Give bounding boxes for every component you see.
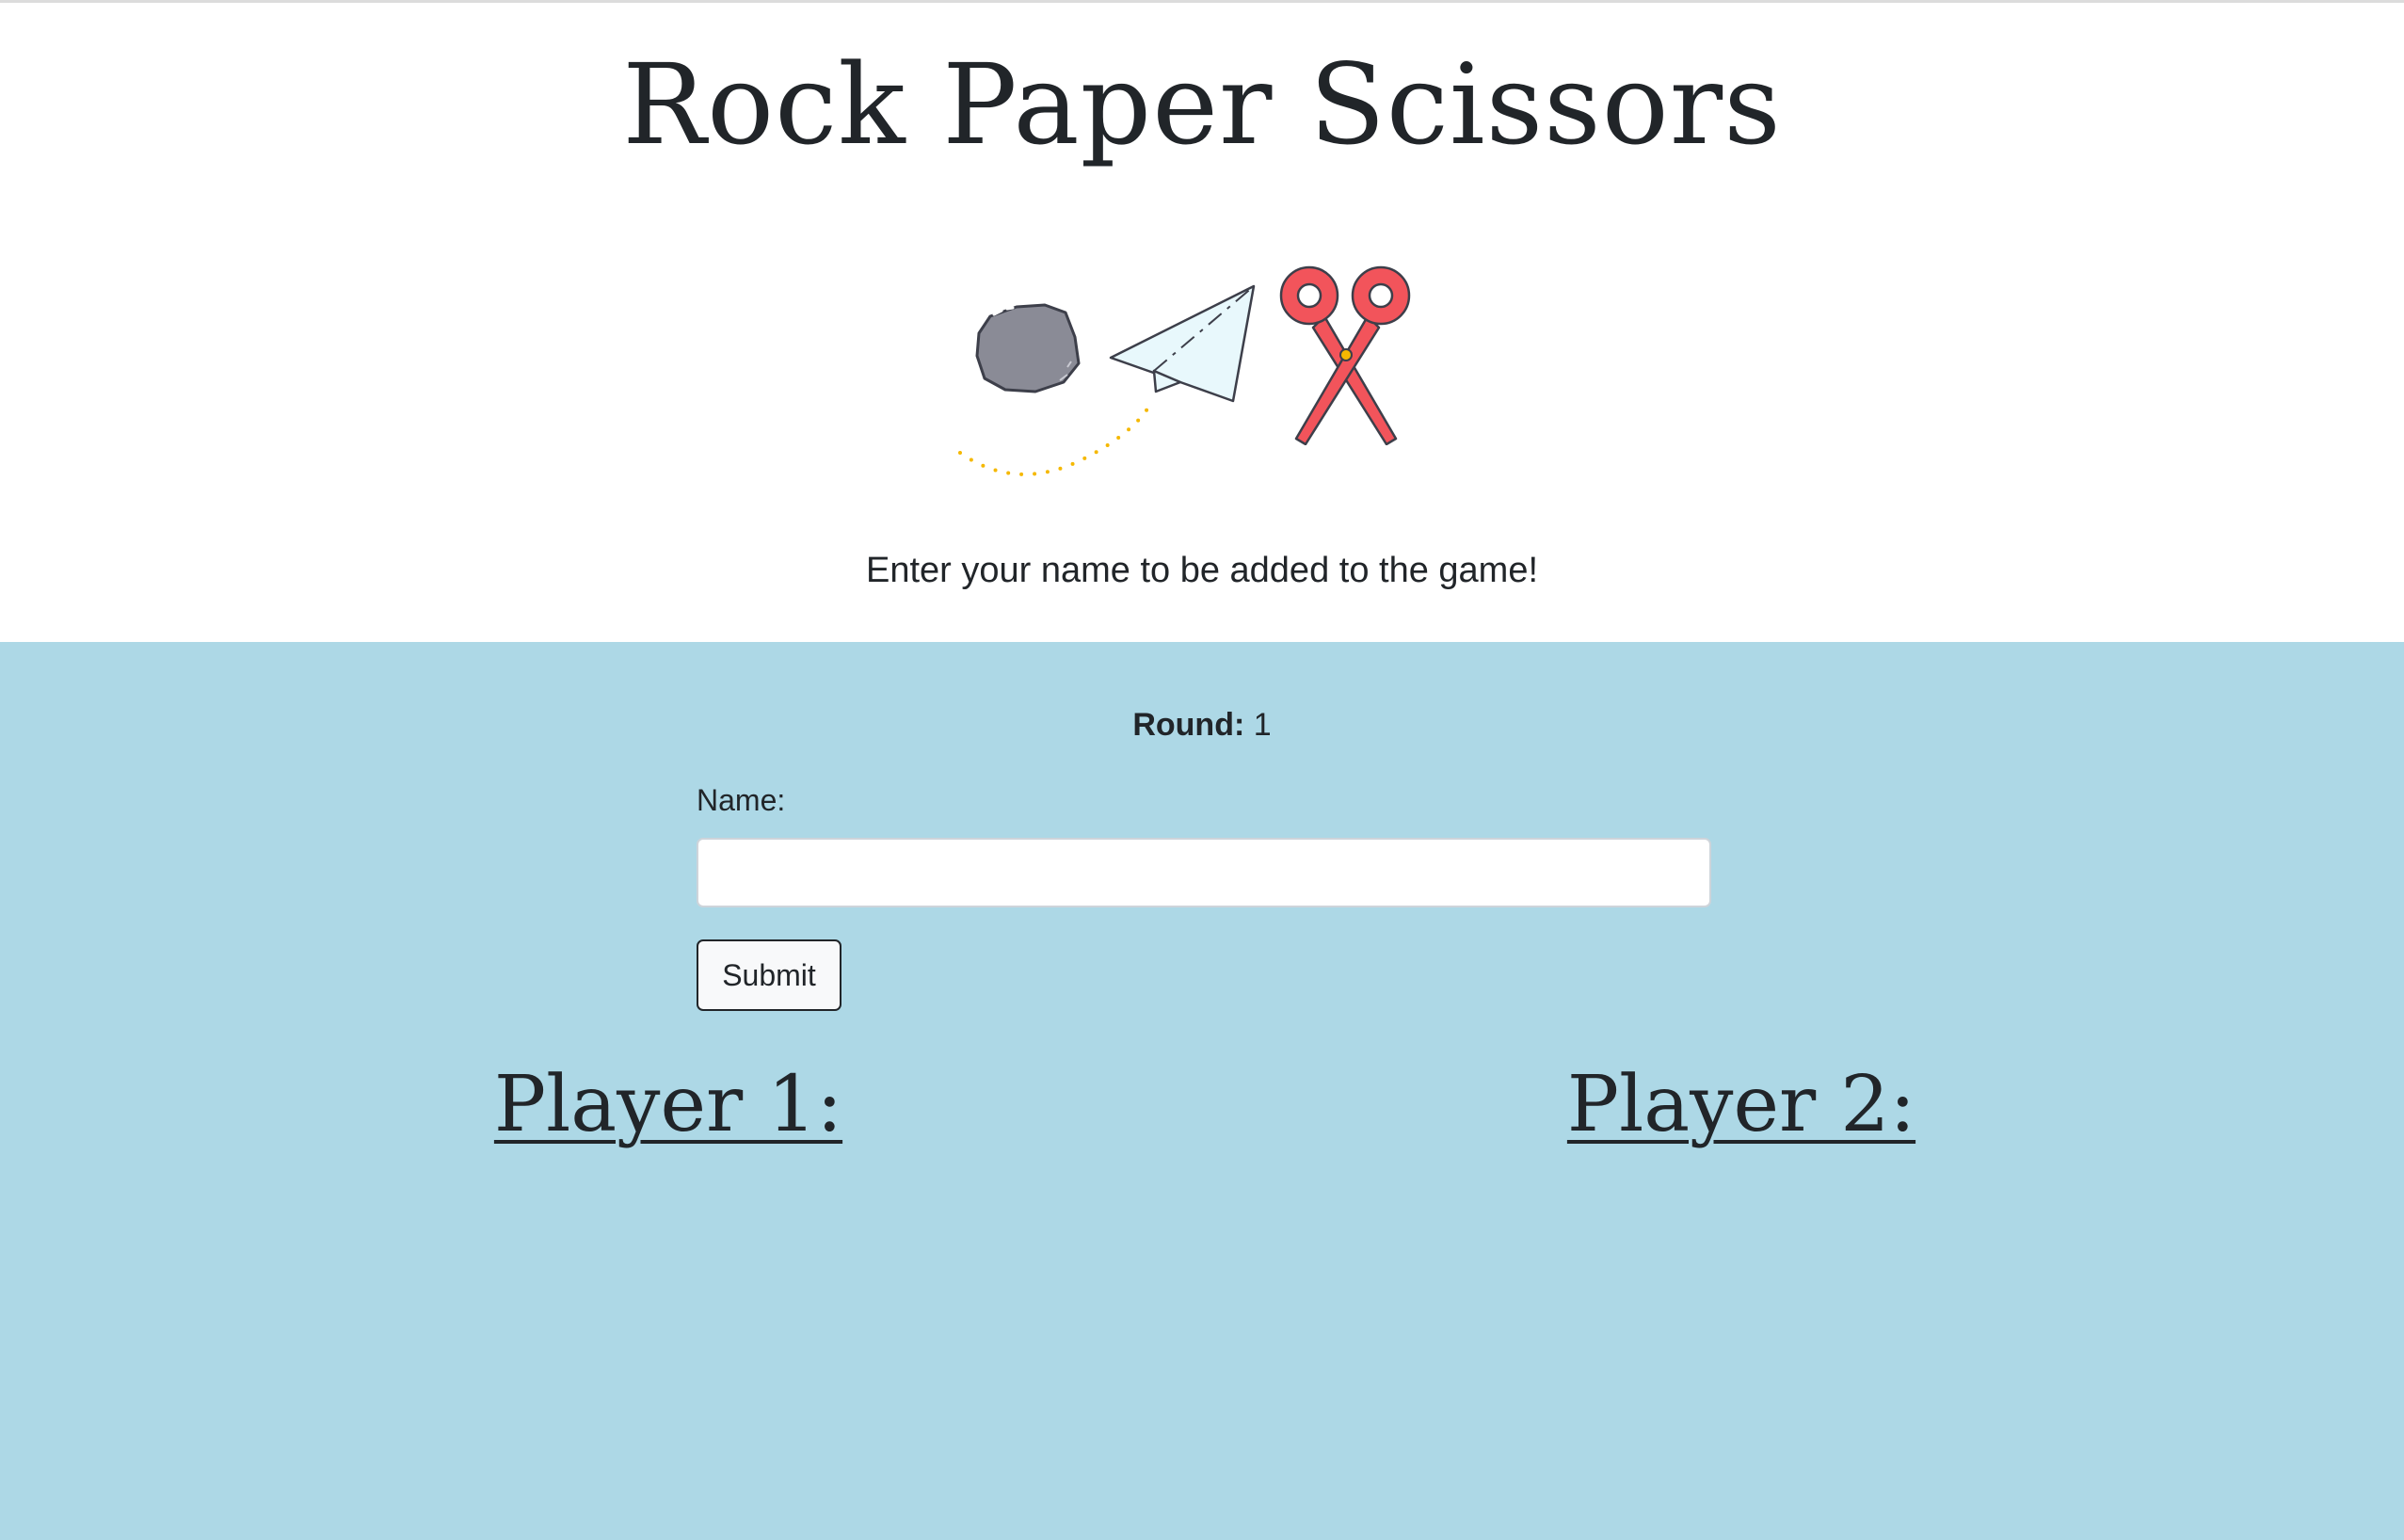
name-label: Name: xyxy=(697,783,786,817)
game-panel: Round: 1 Name: Submit Player 1: Player 2… xyxy=(0,642,2404,1540)
submit-button[interactable]: Submit xyxy=(697,939,841,1011)
instructions-text: Enter your name to be added to the game! xyxy=(865,551,1539,590)
name-input[interactable] xyxy=(697,838,1711,907)
paper-plane-icon xyxy=(1109,284,1256,403)
scissors-icon xyxy=(1279,265,1411,445)
page-title: Rock Paper Scissors xyxy=(622,40,1782,169)
player-2-heading: Player 2: xyxy=(1566,1060,1916,1149)
page-header: Rock Paper Scissors Enter your name to b… xyxy=(0,3,2404,642)
round-indicator: Round: 1 xyxy=(0,703,2404,746)
round-value: 1 xyxy=(1253,707,1272,743)
rock-icon xyxy=(975,303,1081,393)
hero-illustration xyxy=(941,252,1468,488)
player-1-heading: Player 1: xyxy=(493,1060,843,1149)
round-label: Round: xyxy=(1132,707,1245,743)
